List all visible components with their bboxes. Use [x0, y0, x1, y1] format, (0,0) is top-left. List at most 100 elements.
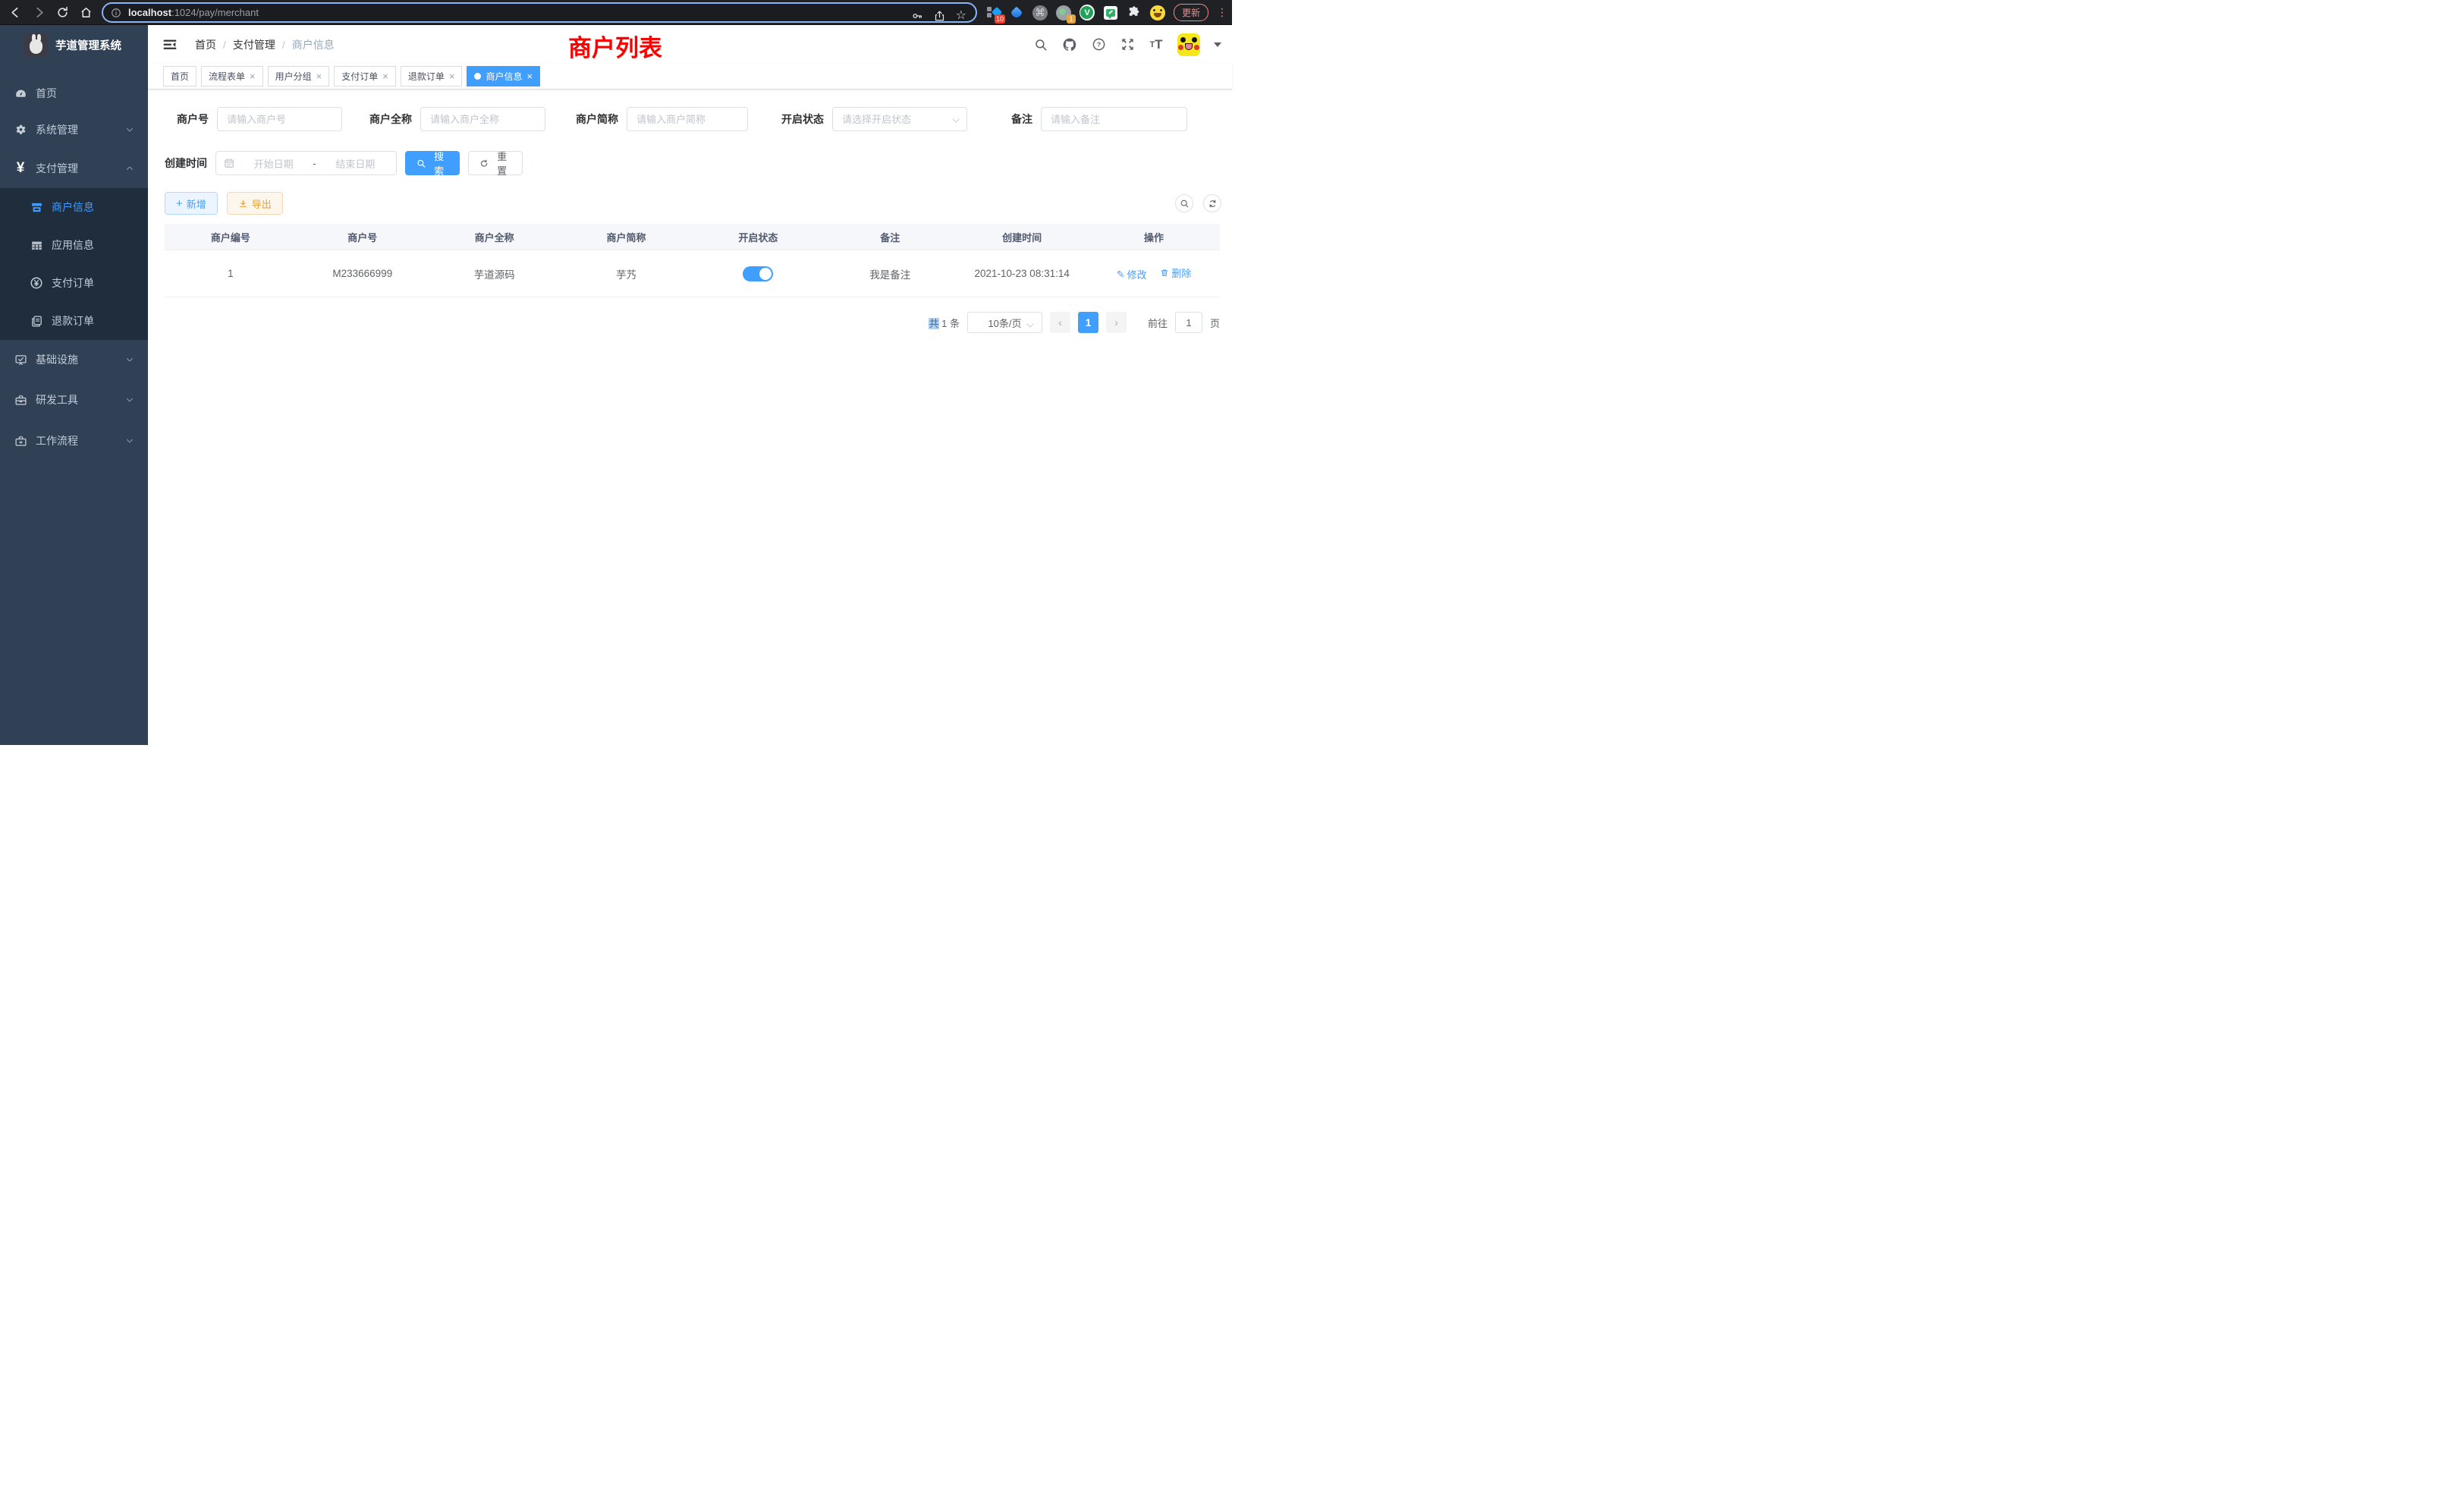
password-key-icon[interactable] — [911, 10, 923, 22]
col-header: 开启状态 — [693, 230, 825, 244]
remark-input[interactable] — [1041, 107, 1187, 131]
header-search-icon[interactable] — [1033, 37, 1048, 52]
search-icon — [1180, 199, 1190, 209]
short-name-input[interactable] — [627, 107, 748, 131]
browser-home-button[interactable] — [77, 3, 95, 21]
browser-reload-button[interactable] — [53, 3, 71, 21]
help-icon[interactable]: ? — [1091, 37, 1106, 52]
status-toggle[interactable] — [743, 266, 773, 281]
user-menu-caret-icon[interactable] — [1214, 42, 1221, 47]
user-avatar[interactable] — [1177, 33, 1200, 56]
date-range-picker[interactable]: 开始日期 - 结束日期 — [215, 151, 397, 175]
next-page-button[interactable]: › — [1106, 312, 1127, 333]
fullscreen-icon[interactable] — [1120, 37, 1135, 52]
filter-merchant-no: 商户号 — [177, 107, 342, 131]
date-end-placeholder[interactable]: 结束日期 — [322, 156, 388, 171]
chevron-down-icon — [125, 395, 134, 404]
chevron-down-icon — [1027, 321, 1034, 328]
sidebar-item-app-info[interactable]: 应用信息 — [0, 226, 148, 264]
tab-user-group[interactable]: 用户分组× — [268, 66, 330, 86]
tab-process-form[interactable]: 流程表单× — [201, 66, 263, 86]
add-button[interactable]: + 新增 — [165, 192, 218, 215]
pagination-total: 共 1 条 — [929, 316, 959, 330]
annotation-text: 商户列表 — [568, 29, 662, 63]
breadcrumb-current: 商户信息 — [292, 37, 335, 52]
page-1-button[interactable]: 1 — [1078, 312, 1098, 333]
yen-circle-icon — [27, 276, 46, 290]
address-bar[interactable]: localhost:1024/pay/merchant ☆ — [102, 2, 977, 23]
dashboard-icon — [11, 87, 30, 100]
goto-label: 前往 — [1148, 316, 1168, 330]
status-select[interactable] — [832, 107, 967, 131]
search-button[interactable]: 搜索 — [405, 151, 460, 175]
sidebar-item-refund-order[interactable]: 退款订单 — [0, 302, 148, 340]
col-header: 商户编号 — [165, 230, 297, 244]
prev-page-button[interactable]: ‹ — [1050, 312, 1070, 333]
sidebar-item-label: 系统管理 — [36, 122, 78, 137]
close-icon[interactable]: × — [382, 71, 388, 82]
close-icon[interactable]: × — [316, 71, 322, 82]
sidebar-item-system[interactable]: 系统管理 — [0, 111, 148, 149]
table-search-toggle-button[interactable] — [1175, 194, 1193, 212]
extension-grid-icon[interactable]: 10 — [985, 5, 1001, 20]
browser-menu-icon[interactable]: ⋮ — [1217, 11, 1224, 14]
sidebar-item-pay-order[interactable]: 支付订单 — [0, 264, 148, 302]
tab-pay-order[interactable]: 支付订单× — [334, 66, 396, 86]
extension-chat-icon[interactable] — [1103, 5, 1118, 20]
table-refresh-button[interactable] — [1203, 194, 1221, 212]
extensions-puzzle-icon[interactable] — [1127, 5, 1142, 20]
breadcrumb-home[interactable]: 首页 — [195, 37, 216, 52]
tab-refund-order[interactable]: 退款订单× — [401, 66, 463, 86]
goto-page-input[interactable] — [1175, 312, 1202, 333]
extension-badge: 1 — [1067, 14, 1076, 24]
extension-session-icon[interactable]: 1 — [1056, 5, 1071, 20]
tab-home[interactable]: 首页 — [163, 66, 196, 86]
svg-text:?: ? — [1096, 41, 1100, 49]
sidebar-item-infra[interactable]: 基础设施 — [0, 340, 148, 379]
filter-label: 创建时间 — [165, 156, 207, 171]
merchant-no-input[interactable] — [217, 107, 342, 131]
date-start-placeholder[interactable]: 开始日期 — [240, 156, 306, 171]
bookmark-star-icon[interactable]: ☆ — [956, 10, 966, 22]
browser-forward-button[interactable] — [30, 3, 48, 21]
sidebar-item-label: 支付订单 — [52, 275, 94, 291]
page-unit: 页 — [1210, 316, 1220, 330]
sidebar-item-merchant-info[interactable]: 商户信息 — [0, 188, 148, 226]
tags-view-bar: 首页 流程表单× 用户分组× 支付订单× 退款订单× 商户信息× — [148, 64, 1232, 90]
export-button[interactable]: 导出 — [227, 192, 283, 215]
font-size-icon[interactable]: TT — [1149, 37, 1164, 52]
close-icon[interactable]: × — [526, 71, 533, 82]
full-name-input[interactable] — [420, 107, 545, 131]
sidebar-item-workflow[interactable]: 工作流程 — [0, 420, 148, 461]
extension-emoji-icon[interactable] — [1150, 5, 1165, 20]
storefront-icon — [27, 201, 46, 214]
sidebar-collapse-button[interactable] — [162, 36, 178, 53]
extension-command-icon[interactable]: ⌘ — [1032, 5, 1048, 20]
browser-back-button[interactable] — [6, 3, 24, 21]
close-icon[interactable]: × — [250, 71, 256, 82]
github-icon[interactable] — [1062, 37, 1077, 52]
edit-link[interactable]: ✎修改 — [1117, 267, 1147, 281]
sidebar: 芋道管理系统 首页 系统管理 ¥ 支付管理 商户信息 应用信息 支付订单 退款订… — [0, 25, 148, 745]
extension-kite-icon[interactable] — [1009, 5, 1024, 20]
page-size-select[interactable]: 10条/页 — [967, 312, 1042, 333]
sidebar-item-home[interactable]: 首页 — [0, 76, 148, 111]
sidebar-item-pay[interactable]: ¥ 支付管理 — [0, 149, 148, 188]
sidebar-item-label: 首页 — [36, 86, 57, 101]
page-info-icon[interactable] — [111, 8, 121, 18]
close-icon[interactable]: × — [449, 71, 455, 82]
home-icon — [80, 6, 93, 19]
app-logo-row[interactable]: 芋道管理系统 — [0, 25, 148, 65]
browser-update-button[interactable]: 更新 — [1174, 4, 1208, 21]
reset-button[interactable]: 重置 — [468, 151, 523, 175]
tab-merchant-info[interactable]: 商户信息× — [467, 66, 540, 86]
col-header: 商户号 — [297, 230, 429, 244]
delete-link[interactable]: 删除 — [1160, 266, 1191, 280]
cell-remark: 我是备注 — [824, 266, 956, 281]
reload-icon — [56, 6, 69, 19]
sidebar-item-dev-tools[interactable]: 研发工具 — [0, 379, 148, 420]
extension-v-icon[interactable]: V — [1080, 5, 1095, 20]
plus-icon: + — [176, 198, 183, 209]
share-icon[interactable] — [934, 10, 945, 22]
breadcrumb-pay[interactable]: 支付管理 — [233, 37, 275, 52]
